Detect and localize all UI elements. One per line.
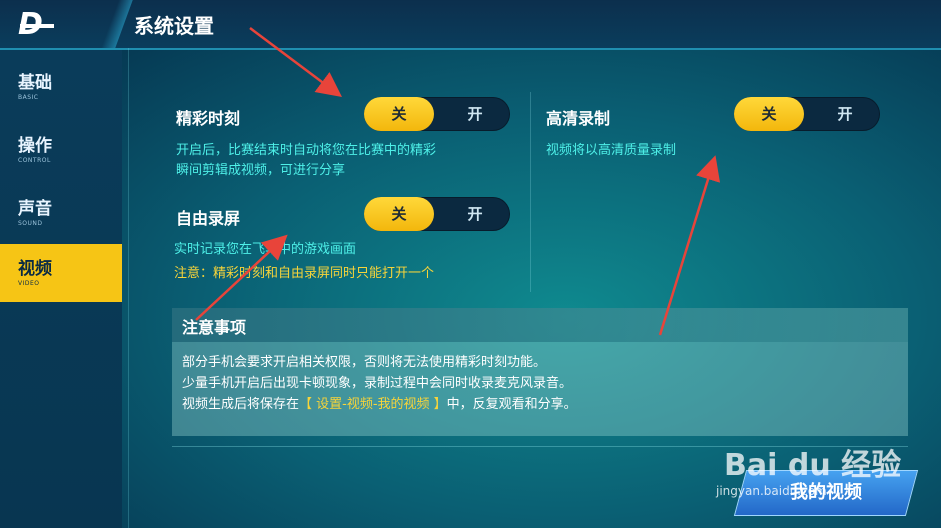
column-divider: [530, 92, 531, 292]
notice-title: 注意事项: [182, 318, 247, 337]
hd-record-off-option[interactable]: 关: [734, 97, 804, 131]
page-title: 系统设置: [134, 14, 214, 38]
sidebar-item-control[interactable]: 操作 CONTROL: [0, 121, 122, 179]
free-record-note: 注意：精彩时刻和自由录屏同时只能打开一个: [174, 266, 435, 281]
baidu-watermark: Bai du 经验: [724, 448, 902, 483]
game-logo: D: [18, 8, 80, 42]
highlight-off-option[interactable]: 关: [364, 97, 434, 131]
sidebar-item-video[interactable]: 视频 VIDEO: [0, 244, 122, 302]
top-bar: D 系统设置: [0, 0, 941, 50]
content-divider: [128, 48, 129, 528]
title-separator: [101, 0, 133, 48]
sidebar-item-sound[interactable]: 声音 SOUND: [0, 184, 122, 242]
notice-panel: 注意事项 部分手机会要求开启相关权限，否则将无法使用精彩时刻功能。 少量手机开启…: [172, 308, 908, 436]
notice-body: 部分手机会要求开启相关权限，否则将无法使用精彩时刻功能。 少量手机开启后出现卡顿…: [182, 355, 577, 412]
free-record-off-option[interactable]: 关: [364, 197, 434, 231]
hd-record-on-option[interactable]: 开: [810, 97, 880, 131]
sidebar: 基础 BASIC 操作 CONTROL 声音 SOUND 视频 VIDEO: [0, 50, 122, 528]
hd-record-toggle[interactable]: 关 开: [734, 97, 880, 131]
free-record-toggle[interactable]: 关 开: [364, 197, 510, 231]
highlight-toggle[interactable]: 关 开: [364, 97, 510, 131]
highlight-on-option[interactable]: 开: [440, 97, 510, 131]
notice-header: 注意事项: [172, 308, 908, 342]
free-record-on-option[interactable]: 开: [440, 197, 510, 231]
free-record-label: 自由录屏: [176, 209, 241, 228]
hd-record-desc: 视频将以高清质量录制: [546, 143, 677, 158]
hd-record-label: 高清录制: [546, 109, 611, 128]
highlight-desc: 开启后，比赛结束时自动将您在比赛中的精彩 瞬间剪辑成视频，可进行分享: [176, 143, 437, 178]
sidebar-item-basic[interactable]: 基础 BASIC: [0, 58, 122, 116]
free-record-desc: 实时记录您在飞车中的游戏画面: [174, 242, 357, 257]
highlight-label: 精彩时刻: [176, 109, 241, 128]
baidu-watermark-url: jingyan.baidu.com: [716, 484, 827, 498]
